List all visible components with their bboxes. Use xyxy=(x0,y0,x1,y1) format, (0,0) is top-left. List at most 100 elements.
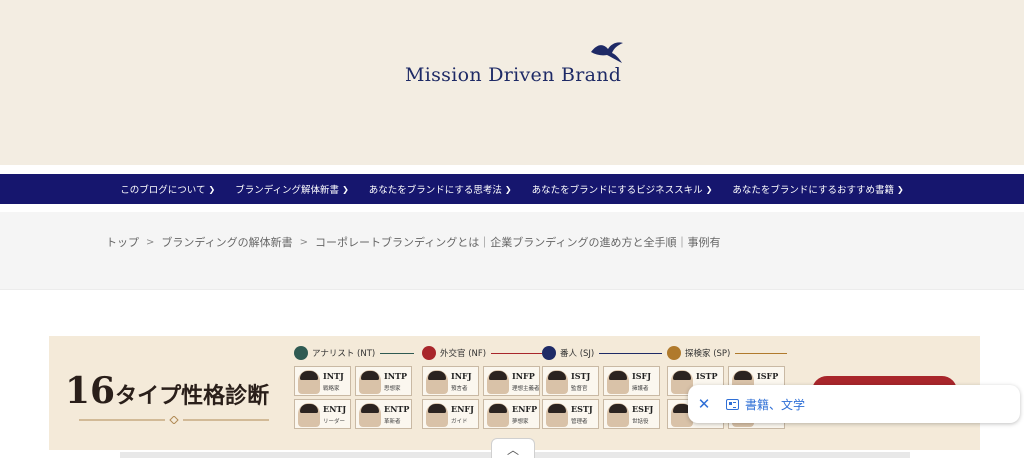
portrait-icon xyxy=(298,370,320,394)
type-group-label: 外交官 (NF) xyxy=(440,349,487,359)
nav-item-branding[interactable]: ブランディング解体新書 ❯ xyxy=(235,182,349,197)
nav-item-label: あなたをブランドにするおすすめ書籍 xyxy=(732,185,894,196)
chevron-up-icon: ︿ xyxy=(506,442,519,457)
type-code: INTP xyxy=(384,371,408,381)
type-role: 思想家 xyxy=(384,386,401,392)
topic-chip: ✕ 書籍、文学 xyxy=(688,385,1020,423)
type-code: ENTJ xyxy=(323,404,347,414)
shield-icon xyxy=(542,346,556,360)
global-nav: このブログについて ❯ ブランディング解体新書 ❯ あなたをブランドにする思考法… xyxy=(0,174,1024,204)
type-group-header: アナリスト (NT) xyxy=(294,344,414,362)
type-code: ISFP xyxy=(757,371,779,381)
breadcrumb-area: トップ > ブランディングの解体新書 > コーポレートブランディングとは｜企業ブ… xyxy=(0,212,1024,290)
breadcrumb-separator: > xyxy=(299,236,309,248)
type-role: 預言者 xyxy=(451,386,468,392)
chevron-right-icon: ❯ xyxy=(897,184,904,194)
type-role: 監督官 xyxy=(571,386,588,392)
type-role: 戦略家 xyxy=(323,386,340,392)
type-card[interactable]: ENTJ リーダー xyxy=(294,399,351,429)
portrait-icon xyxy=(607,403,629,427)
type-card[interactable]: INTP 思想家 xyxy=(355,366,412,396)
nav-item-label: あなたをブランドにする思考法 xyxy=(368,185,502,196)
banner-title: 16タイプ性格診断 xyxy=(65,370,269,412)
type-group-header: 探検家 (SP) xyxy=(667,344,787,362)
type-role: 管理者 xyxy=(571,419,588,425)
type-group-label: アナリスト (NT) xyxy=(312,349,376,359)
type-group-rule xyxy=(599,352,662,354)
type-code: INFP xyxy=(512,371,535,381)
type-group: 番人 (SJ) ISTJ 監督官 ISFJ 擁護者 ESTJ 管理者 ESFJ 世話役 xyxy=(542,344,662,444)
type-group: アナリスト (NT) INTJ 戦略家 INTP 思想家 ENTJ リーダー ENTP 革新者 xyxy=(294,344,414,444)
site-header: Mission Driven Brand xyxy=(0,0,1024,165)
nav-item-thinking[interactable]: あなたをブランドにする思考法 ❯ xyxy=(368,182,512,197)
type-group-label: 探検家 (SP) xyxy=(685,349,731,359)
portrait-icon xyxy=(487,370,509,394)
topic-chip-label[interactable]: 書籍、文学 xyxy=(745,396,805,413)
scroll-up-button[interactable]: ︿ xyxy=(491,438,535,458)
type-group-rule xyxy=(735,352,787,354)
nav-item-skills[interactable]: あなたをブランドにするビジネススキル ❯ xyxy=(532,182,713,197)
type-group-rule xyxy=(491,352,542,354)
type-code: ENFJ xyxy=(451,404,474,414)
type-code: ESFJ xyxy=(632,404,654,414)
article-icon xyxy=(726,398,739,410)
type-role: 理想主義者 xyxy=(512,386,540,392)
site-logo[interactable]: Mission Driven Brand xyxy=(405,40,630,100)
type-card[interactable]: ESTJ 管理者 xyxy=(542,399,599,429)
type-card-grid: ISTJ 監督官 ISFJ 擁護者 ESTJ 管理者 ESFJ 世話役 xyxy=(542,366,662,429)
portrait-icon xyxy=(359,370,381,394)
logo-text: Mission Driven Brand xyxy=(405,64,622,86)
banner-title-number: 16 xyxy=(65,370,116,412)
type-card-grid: INTJ 戦略家 INTP 思想家 ENTJ リーダー ENTP 革新者 xyxy=(294,366,414,429)
nav-item-about[interactable]: このブログについて ❯ xyxy=(120,182,216,197)
type-role: ガイド xyxy=(451,419,468,425)
portrait-icon xyxy=(607,370,629,394)
type-code: ISTJ xyxy=(571,371,591,381)
breadcrumb-current: コーポレートブランディングとは｜企業ブランディングの進め方と全手順｜事例有 xyxy=(315,236,721,249)
heart-icon xyxy=(422,346,436,360)
type-group: 外交官 (NF) INFJ 預言者 INFP 理想主義者 ENFJ ガイド ENFP 夢想家 xyxy=(422,344,542,444)
type-role: 世話役 xyxy=(632,419,649,425)
close-icon[interactable]: ✕ xyxy=(692,395,716,413)
breadcrumb-separator: > xyxy=(146,236,155,248)
bird-icon xyxy=(591,42,623,63)
type-card[interactable]: INFJ 預言者 xyxy=(422,366,479,396)
type-code: ENFP xyxy=(512,404,538,414)
type-card[interactable]: ENTP 革新者 xyxy=(355,399,412,429)
breadcrumb-category[interactable]: ブランディングの解体新書 xyxy=(161,234,292,250)
chevron-right-icon: ❯ xyxy=(705,184,713,194)
type-group-header: 外交官 (NF) xyxy=(422,344,542,362)
type-role: 夢想家 xyxy=(512,419,529,425)
chevron-right-icon: ❯ xyxy=(208,184,216,194)
type-role: 革新者 xyxy=(384,419,401,425)
breadcrumb-home[interactable]: トップ xyxy=(106,234,139,250)
type-card[interactable]: ENFJ ガイド xyxy=(422,399,479,429)
type-card[interactable]: ENFP 夢想家 xyxy=(483,399,540,429)
breadcrumb: トップ > ブランディングの解体新書 > コーポレートブランディングとは｜企業ブ… xyxy=(106,234,720,250)
type-group-label: 番人 (SJ) xyxy=(560,349,595,359)
type-role: 擁護者 xyxy=(632,386,649,392)
type-code: ISTP xyxy=(696,371,718,381)
type-card[interactable]: INFP 理想主義者 xyxy=(483,366,540,396)
type-card[interactable]: ESFJ 世話役 xyxy=(603,399,660,429)
portrait-icon xyxy=(426,403,448,427)
type-code: INTJ xyxy=(323,371,344,381)
brain-icon xyxy=(294,346,308,360)
ornament-divider-icon xyxy=(79,416,269,424)
type-code: ESTJ xyxy=(571,404,593,414)
type-code: ISFJ xyxy=(632,371,651,381)
portrait-icon xyxy=(546,370,568,394)
nav-item-books[interactable]: あなたをブランドにするおすすめ書籍 ❯ xyxy=(732,182,904,197)
nav-item-label: ブランディング解体新書 xyxy=(235,185,340,196)
banner-title-text: タイプ性格診断 xyxy=(115,383,270,409)
type-card[interactable]: ISTJ 監督官 xyxy=(542,366,599,396)
type-group-rule xyxy=(380,352,414,354)
type-card[interactable]: INTJ 戦略家 xyxy=(294,366,351,396)
type-card-grid: INFJ 預言者 INFP 理想主義者 ENFJ ガイド ENFP 夢想家 xyxy=(422,366,542,429)
portrait-icon xyxy=(546,403,568,427)
portrait-icon xyxy=(359,403,381,427)
portrait-icon xyxy=(487,403,509,427)
type-card[interactable]: ISFJ 擁護者 xyxy=(603,366,660,396)
type-code: INFJ xyxy=(451,371,472,381)
nav-item-label: このブログについて xyxy=(120,185,206,196)
